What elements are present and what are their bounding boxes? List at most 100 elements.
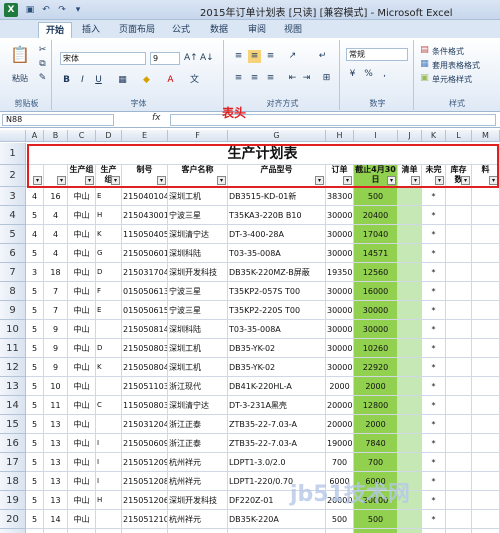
table-cell[interactable] — [398, 187, 422, 206]
table-cell[interactable]: 7 — [44, 282, 68, 301]
table-cell[interactable]: 深圳工机 — [168, 187, 228, 206]
column-title[interactable]: 生产组 ▾ — [68, 165, 96, 187]
table-cell[interactable]: 宁波三星 — [168, 301, 228, 320]
table-cell[interactable] — [96, 377, 122, 396]
table-cell[interactable]: 18 — [44, 263, 68, 282]
table-cell[interactable]: 中山 — [68, 415, 96, 434]
table-cell[interactable]: DB41K-220HL-A — [228, 377, 326, 396]
table-format-icon[interactable]: ▦ — [418, 58, 431, 71]
column-header-l[interactable]: L — [446, 130, 472, 142]
table-cell[interactable]: 13 — [44, 415, 68, 434]
table-cell[interactable]: 中山 — [68, 472, 96, 491]
table-cell[interactable]: 5 — [26, 415, 44, 434]
filter-dropdown-icon[interactable]: ▾ — [315, 176, 324, 185]
table-cell[interactable] — [446, 282, 472, 301]
table-cell[interactable] — [446, 206, 472, 225]
table-cell[interactable] — [398, 377, 422, 396]
table-cell[interactable]: C — [96, 396, 122, 415]
table-cell[interactable]: 中山 — [68, 187, 96, 206]
table-cell[interactable]: 215040104 — [122, 187, 168, 206]
align-bottom-icon[interactable]: ≡ — [264, 50, 277, 63]
table-cell[interactable]: I — [96, 453, 122, 472]
table-cell[interactable] — [472, 263, 500, 282]
row-header[interactable]: 14 — [0, 396, 26, 415]
table-cell[interactable]: 700 — [326, 453, 354, 472]
paste-icon[interactable]: 📋 — [10, 47, 30, 70]
table-cell[interactable]: 2000 — [354, 415, 398, 434]
table-cell[interactable]: K — [96, 358, 122, 377]
select-all-corner[interactable] — [0, 130, 26, 142]
table-cell[interactable]: 9 — [44, 339, 68, 358]
table-cell[interactable]: H — [96, 206, 122, 225]
table-cell[interactable]: 浙江正泰 — [168, 434, 228, 453]
table-cell[interactable] — [446, 187, 472, 206]
conditional-format-icon[interactable]: ▤ — [418, 44, 431, 57]
table-cell[interactable]: 11 — [44, 396, 68, 415]
table-cell[interactable]: 中山 — [68, 282, 96, 301]
table-cell[interactable]: 20000 — [326, 396, 354, 415]
paste-button[interactable]: 粘贴 — [12, 73, 28, 84]
table-cell[interactable]: 4 — [44, 244, 68, 263]
table-cell[interactable]: 9 — [44, 358, 68, 377]
table-cell[interactable]: 5 — [26, 206, 44, 225]
tab-page-layout[interactable]: 页面布局 — [112, 22, 162, 38]
tab-formulas[interactable]: 公式 — [166, 22, 196, 38]
row-header[interactable]: 9 — [0, 301, 26, 320]
table-cell[interactable]: 015050615 — [122, 301, 168, 320]
orientation-icon[interactable]: ↗ — [286, 50, 299, 63]
table-cell[interactable]: * — [422, 301, 446, 320]
table-cell[interactable]: 30000 — [326, 282, 354, 301]
table-cell[interactable]: T35KP2-220S T00 — [228, 301, 326, 320]
table-format-button[interactable]: 套用表格格式 — [432, 60, 480, 71]
table-cell[interactable]: 22920 — [354, 358, 398, 377]
table-cell[interactable] — [472, 206, 500, 225]
table-cell[interactable]: E — [96, 187, 122, 206]
cell-styles-icon[interactable]: ▣ — [418, 72, 431, 85]
table-cell[interactable]: G — [96, 244, 122, 263]
table-cell[interactable]: 215050609 — [122, 434, 168, 453]
column-header-a[interactable]: A — [26, 130, 44, 142]
shrink-font-icon[interactable]: A↓ — [200, 52, 214, 65]
column-header-m[interactable]: M — [472, 130, 500, 142]
column-header-c[interactable]: C — [68, 130, 96, 142]
table-cell[interactable]: 中山 — [68, 434, 96, 453]
table-cell[interactable]: F — [96, 282, 122, 301]
table-cell[interactable]: T35KA3-220B B10 — [228, 206, 326, 225]
table-cell[interactable]: 5 — [26, 301, 44, 320]
align-left-icon[interactable]: ≡ — [232, 72, 245, 85]
table-cell[interactable]: 7840 — [354, 434, 398, 453]
table-cell[interactable]: 9 — [44, 320, 68, 339]
table-cell[interactable]: 4 — [44, 206, 68, 225]
tab-view[interactable]: 视图 — [278, 22, 308, 38]
table-cell[interactable]: 5 — [26, 358, 44, 377]
column-title[interactable]: 制号 ▾ — [122, 165, 168, 187]
table-cell[interactable]: I — [96, 472, 122, 491]
table-cell[interactable]: 215031204 — [122, 415, 168, 434]
formula-input[interactable] — [170, 114, 496, 126]
table-cell[interactable] — [472, 358, 500, 377]
table-cell[interactable]: DB35K-220B — [228, 529, 326, 533]
table-cell[interactable] — [472, 282, 500, 301]
column-title[interactable]: 客户名称 ▾ — [168, 165, 228, 187]
table-cell[interactable]: 10 — [44, 377, 68, 396]
table-cell[interactable]: * — [422, 396, 446, 415]
table-cell[interactable]: 13 — [44, 434, 68, 453]
row-header[interactable]: 7 — [0, 263, 26, 282]
table-cell[interactable] — [472, 434, 500, 453]
table-cell[interactable] — [446, 358, 472, 377]
row-header[interactable]: 4 — [0, 206, 26, 225]
italic-button[interactable]: I — [76, 74, 89, 87]
table-cell[interactable]: 中山 — [68, 206, 96, 225]
table-cell[interactable] — [398, 282, 422, 301]
filter-dropdown-icon[interactable]: ▾ — [111, 176, 120, 185]
table-cell[interactable]: ZTB35-22-7.03-A — [228, 415, 326, 434]
table-cell[interactable]: 深圳清宁达 — [168, 225, 228, 244]
table-cell[interactable]: 中山 — [68, 339, 96, 358]
filter-dropdown-icon[interactable]: ▾ — [489, 176, 498, 185]
table-cell[interactable]: * — [422, 434, 446, 453]
table-cell[interactable]: 浙江现代 — [168, 377, 228, 396]
row-header[interactable]: 8 — [0, 282, 26, 301]
table-cell[interactable]: 13 — [44, 472, 68, 491]
filter-dropdown-icon[interactable]: ▾ — [85, 176, 94, 185]
undo-icon[interactable]: ↶ — [40, 4, 52, 16]
